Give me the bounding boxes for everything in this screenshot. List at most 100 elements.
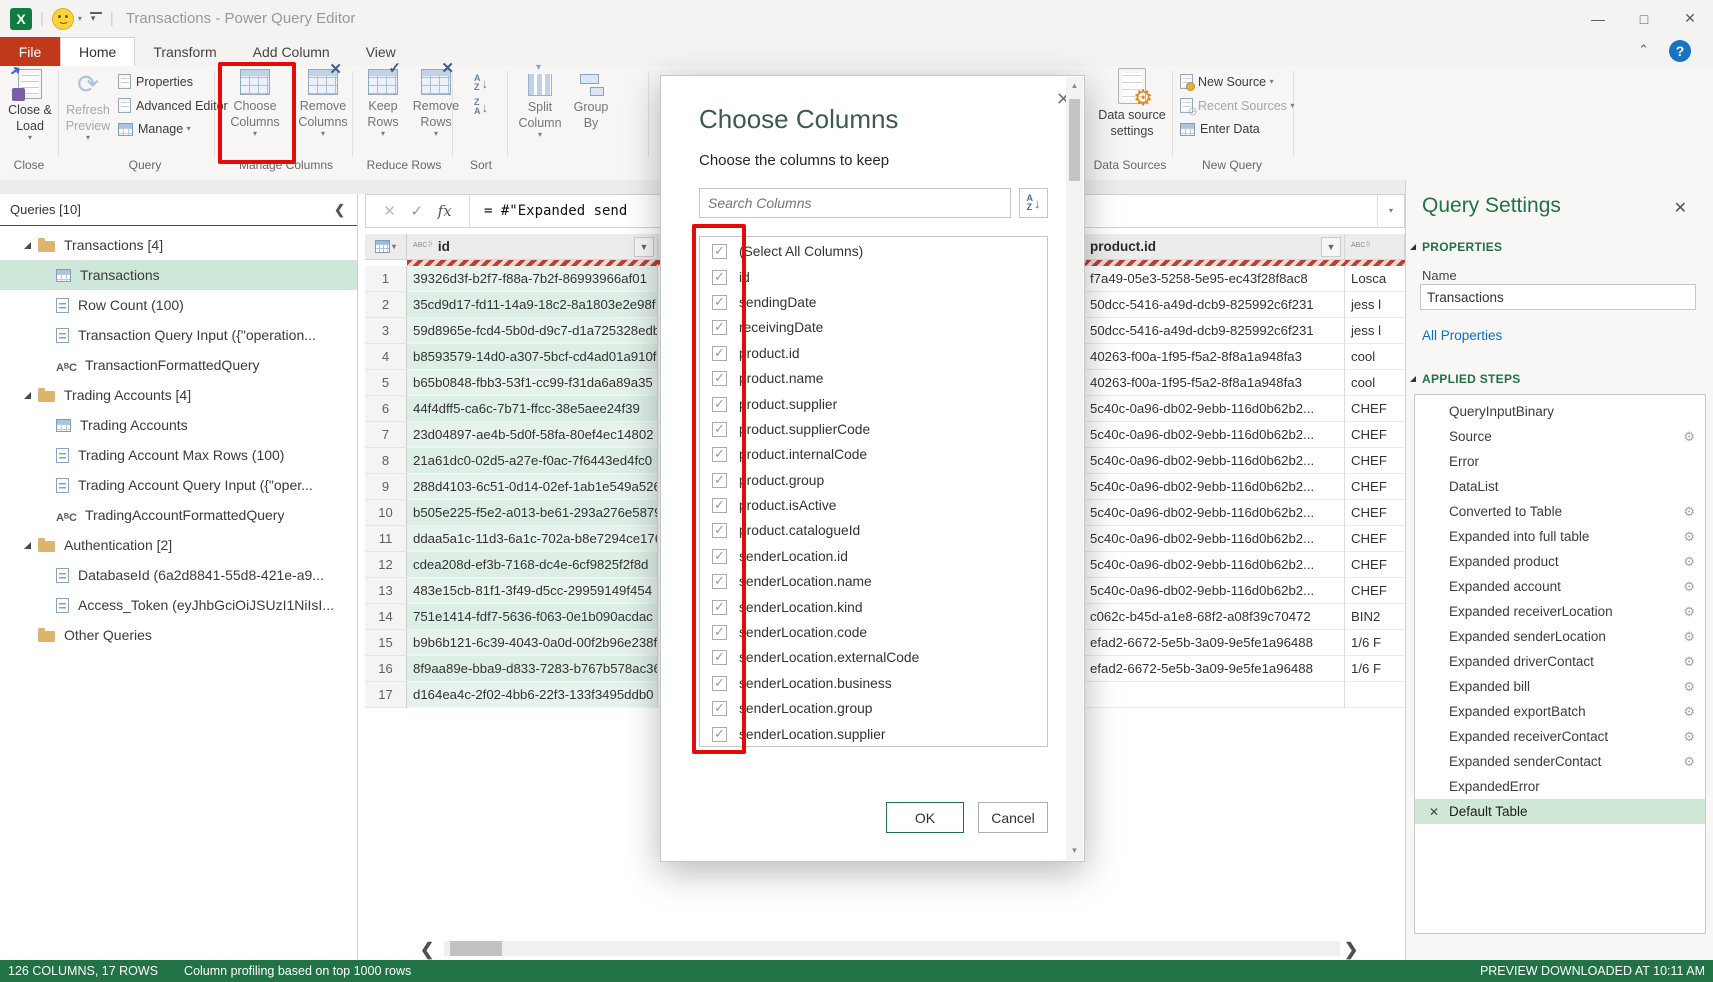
applied-step[interactable]: Converted to Table bbox=[1415, 499, 1705, 524]
column-list-item[interactable]: product.supplierCode bbox=[700, 417, 1047, 442]
cell-id[interactable]: 8f9aa89e-bba9-d833-7283-b767b578ac36 bbox=[407, 656, 658, 682]
column-header-product-id[interactable]: product.id ▼ bbox=[1086, 234, 1345, 259]
split-column-button[interactable]: Split Column bbox=[515, 74, 565, 139]
properties-button[interactable]: Properties bbox=[118, 74, 193, 89]
delete-step-icon[interactable] bbox=[1429, 805, 1449, 819]
gear-icon[interactable] bbox=[1683, 604, 1695, 620]
column-list-item[interactable]: (Select All Columns) bbox=[700, 239, 1047, 264]
cell-id[interactable]: b8593579-14d0-a307-5bcf-cd4ad01a910f bbox=[407, 344, 658, 370]
cell-product-name[interactable]: BIN2 bbox=[1345, 604, 1405, 630]
cell-product-id[interactable]: efad2-6672-5e5b-3a09-9e5fe1a96488 bbox=[1086, 630, 1345, 656]
applied-step[interactable]: QueryInputBinary bbox=[1415, 399, 1705, 424]
gear-icon[interactable] bbox=[1683, 754, 1695, 770]
cell-product-id[interactable]: 5c40c-0a96-db02-9ebb-116d0b62b2... bbox=[1086, 500, 1345, 526]
gear-icon[interactable] bbox=[1683, 529, 1695, 545]
expand-triangle-icon[interactable] bbox=[24, 542, 31, 549]
applied-step[interactable]: Error bbox=[1415, 449, 1705, 474]
cell-id[interactable]: d164ea4c-2f02-4bb6-22f3-133f3495ddb0 bbox=[407, 682, 658, 708]
recent-sources-button[interactable]: Recent Sources bbox=[1180, 98, 1294, 113]
sort-descending-button[interactable]: Z A bbox=[474, 98, 488, 116]
row-number[interactable]: 14 bbox=[365, 604, 407, 630]
cell-id[interactable]: 483e15cb-81f1-3f49-d5cc-29959149f454 bbox=[407, 578, 658, 604]
column-list-item[interactable]: product.internalCode bbox=[700, 442, 1047, 467]
applied-step[interactable]: Expanded receiverLocation bbox=[1415, 599, 1705, 624]
applied-step[interactable]: Expanded account bbox=[1415, 574, 1705, 599]
refresh-preview-button[interactable]: Refresh Preview bbox=[62, 69, 114, 142]
query-tree-item[interactable]: Transactions [4] bbox=[0, 230, 357, 260]
row-number[interactable]: 10 bbox=[365, 500, 407, 526]
scroll-up-icon[interactable] bbox=[1066, 77, 1083, 95]
expand-triangle-icon[interactable] bbox=[24, 392, 31, 399]
query-tree-item[interactable]: Trading Account Query Input ({"oper... bbox=[0, 470, 357, 500]
column-type-icon[interactable] bbox=[1351, 242, 1371, 250]
remove-rows-button[interactable]: Remove Rows bbox=[410, 69, 462, 138]
row-number[interactable]: 5 bbox=[365, 370, 407, 396]
query-tree-item[interactable]: Other Queries bbox=[0, 620, 357, 650]
group-by-button[interactable]: Group By bbox=[568, 74, 614, 131]
cell-product-id[interactable]: 5c40c-0a96-db02-9ebb-116d0b62b2... bbox=[1086, 422, 1345, 448]
tab-home[interactable]: Home bbox=[60, 37, 135, 66]
cell-product-id[interactable]: 5c40c-0a96-db02-9ebb-116d0b62b2... bbox=[1086, 578, 1345, 604]
scroll-down-icon[interactable] bbox=[1066, 842, 1083, 860]
cell-id[interactable]: 288d4103-6c51-0d14-02ef-1ab1e549a526 bbox=[407, 474, 658, 500]
column-list-item[interactable]: sendingDate bbox=[700, 290, 1047, 315]
column-type-icon[interactable] bbox=[413, 242, 433, 250]
all-properties-link[interactable]: All Properties bbox=[1422, 328, 1502, 343]
cell-product-id[interactable]: 5c40c-0a96-db02-9ebb-116d0b62b2... bbox=[1086, 396, 1345, 422]
row-number[interactable]: 11 bbox=[365, 526, 407, 552]
keep-rows-button[interactable]: Keep Rows bbox=[360, 69, 406, 138]
query-tree-item[interactable]: Transactions bbox=[0, 260, 357, 290]
cell-product-name[interactable]: Losca bbox=[1345, 266, 1405, 292]
manage-button[interactable]: Manage bbox=[118, 122, 191, 136]
collapse-section-icon[interactable] bbox=[1410, 244, 1416, 250]
column-list-item[interactable]: product.isActive bbox=[700, 493, 1047, 518]
query-tree-item[interactable]: TransactionFormattedQuery bbox=[0, 350, 357, 380]
applied-step[interactable]: Default Table bbox=[1415, 799, 1705, 824]
applied-step[interactable]: Expanded exportBatch bbox=[1415, 699, 1705, 724]
column-list-item[interactable]: senderLocation.id bbox=[700, 544, 1047, 569]
cell-product-id[interactable]: 40263-f00a-1f95-f5a2-8f8a1a948fa3 bbox=[1086, 344, 1345, 370]
maximize-button[interactable]: □ bbox=[1621, 0, 1667, 37]
cell-id[interactable]: 35cd9d17-fd11-14a9-18c2-8a1803e2e98f bbox=[407, 292, 658, 318]
applied-step[interactable]: ExpandedError bbox=[1415, 774, 1705, 799]
query-tree-item[interactable]: Access_Token (eyJhbGciOiJSUzI1NiIsI... bbox=[0, 590, 357, 620]
column-list-item[interactable]: product.supplier bbox=[700, 391, 1047, 416]
column-list-item[interactable]: senderLocation.supplier bbox=[700, 721, 1047, 746]
column-list-item[interactable]: senderLocation.kind bbox=[700, 594, 1047, 619]
query-tree-item[interactable]: Trading Accounts bbox=[0, 410, 357, 440]
gear-icon[interactable] bbox=[1683, 554, 1695, 570]
cell-product-name[interactable]: jess l bbox=[1345, 318, 1405, 344]
cell-product-name[interactable]: jess l bbox=[1345, 292, 1405, 318]
formula-cancel-icon[interactable] bbox=[383, 202, 396, 220]
column-list-item[interactable]: senderLocation.business bbox=[700, 671, 1047, 696]
column-list-item[interactable]: receivingDate bbox=[700, 315, 1047, 340]
cell-product-name[interactable]: CHEF bbox=[1345, 448, 1405, 474]
sort-ascending-button[interactable]: A Z bbox=[474, 74, 488, 92]
scrollbar-thumb[interactable] bbox=[1069, 99, 1080, 181]
cell-product-name[interactable]: CHEF bbox=[1345, 526, 1405, 552]
applied-step[interactable]: Expanded driverContact bbox=[1415, 649, 1705, 674]
search-columns-input[interactable] bbox=[699, 188, 1011, 218]
cell-product-name[interactable]: CHEF bbox=[1345, 500, 1405, 526]
row-number[interactable]: 7 bbox=[365, 422, 407, 448]
applied-step[interactable]: Expanded product bbox=[1415, 549, 1705, 574]
quick-access-toolbar-icon[interactable] bbox=[90, 12, 102, 25]
horizontal-scrollbar-thumb[interactable] bbox=[450, 941, 502, 956]
enter-data-button[interactable]: Enter Data bbox=[1180, 122, 1260, 136]
cell-id[interactable]: 23d04897-ae4b-5d0f-58fa-80ef4ec14802 bbox=[407, 422, 658, 448]
row-number[interactable]: 6 bbox=[365, 396, 407, 422]
minimize-button[interactable]: — bbox=[1575, 0, 1621, 37]
close-and-load-button[interactable]: Close & Load bbox=[2, 69, 58, 142]
applied-step[interactable]: Expanded senderContact bbox=[1415, 749, 1705, 774]
cell-product-id[interactable]: f7a49-05e3-5258-5e95-ec43f28f8ac8 bbox=[1086, 266, 1345, 292]
cell-product-id[interactable] bbox=[1086, 682, 1345, 708]
close-window-button[interactable]: ✕ bbox=[1667, 0, 1713, 37]
cell-product-name[interactable]: cool bbox=[1345, 344, 1405, 370]
column-list-item[interactable]: product.catalogueId bbox=[700, 518, 1047, 543]
column-list-item[interactable]: product.group bbox=[700, 468, 1047, 493]
cell-id[interactable]: b65b0848-fbb3-53f1-cc99-f31da6a89a35 bbox=[407, 370, 658, 396]
help-icon[interactable]: ? bbox=[1669, 40, 1691, 62]
new-source-button[interactable]: New Source bbox=[1180, 74, 1274, 89]
formula-input[interactable]: = #"Expanded send bbox=[484, 203, 627, 219]
gear-icon[interactable] bbox=[1683, 654, 1695, 670]
